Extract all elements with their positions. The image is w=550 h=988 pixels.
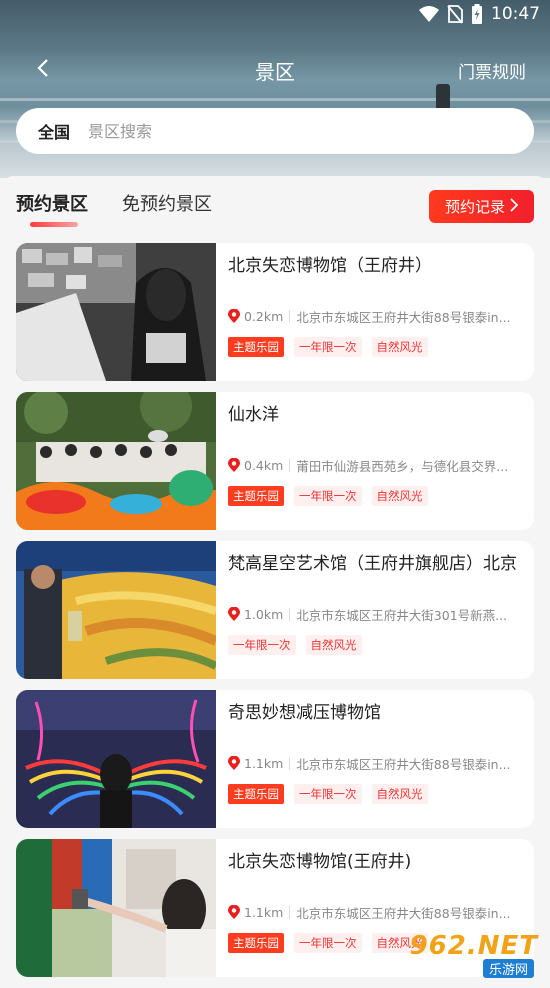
search-input[interactable] [86, 120, 471, 142]
spot-thumbnail [16, 839, 216, 977]
spot-tags: 主题乐园 一年限一次 自然风光 [228, 486, 428, 506]
spot-address: 莆田市仙游县西苑乡，与德化县交界... [296, 458, 509, 474]
tag-once-per-year: 一年限一次 [294, 337, 362, 357]
tag-once-per-year: 一年限一次 [228, 635, 296, 655]
tag-theme-park: 主题乐园 [228, 337, 284, 357]
tag-natural-scenery: 自然风光 [371, 486, 428, 506]
spot-thumbnail [16, 392, 216, 530]
spot-distance: 1.1km [244, 904, 284, 920]
spot-tags: 一年限一次 自然风光 [228, 635, 362, 655]
spot-distance: 0.4km [244, 457, 284, 473]
spot-thumbnail [16, 541, 216, 679]
spot-name: 奇思妙想减压博物馆 [228, 703, 381, 723]
reservation-record-label: 预约记录 [444, 198, 505, 216]
spot-name: 北京失恋博物馆(王府井) [228, 852, 412, 872]
location-pin-icon [228, 905, 240, 919]
tag-theme-park: 主题乐园 [228, 486, 284, 506]
scenic-spot-card[interactable]: 仙水洋 0.4km 莆田市仙游县西苑乡，与德化县交界... 主题乐园 一年限一次… [16, 392, 534, 530]
reservation-record-button[interactable]: 预约记录 [429, 190, 534, 223]
search-bar: 全国 [16, 108, 534, 154]
active-tab-indicator [30, 222, 78, 227]
back-button[interactable] [28, 54, 58, 86]
spot-distance: 1.0km [244, 606, 284, 622]
spot-location-row: 0.4km 莆田市仙游县西苑乡，与德化县交界... [228, 456, 528, 474]
tab-no-reservation-spots[interactable]: 免预约景区 [122, 190, 212, 216]
tag-once-per-year: 一年限一次 [294, 784, 362, 804]
tag-theme-park: 主题乐园 [228, 933, 284, 953]
ticket-rules-link[interactable]: 门票规则 [458, 58, 526, 83]
scenic-spot-card[interactable]: 奇思妙想减压博物馆 1.1km 北京市东城区王府井大街88号银泰in... 主题… [16, 690, 534, 828]
divider [289, 905, 291, 919]
tag-theme-park: 主题乐园 [228, 784, 284, 804]
tag-natural-scenery: 自然风光 [371, 784, 428, 804]
spot-address: 北京市东城区王府井大街301号新燕... [296, 607, 508, 623]
scenic-spot-card[interactable]: 梵高星空艺术馆（王府井旗舰店）北京 1.0km 北京市东城区王府井大街301号新… [16, 541, 534, 679]
scenic-spot-card[interactable]: 北京失恋博物馆（王府井） 0.2km 北京市东城区王府井大街88号银泰in...… [16, 243, 534, 381]
spot-name: 北京失恋博物馆（王府井） [228, 256, 432, 276]
spot-address: 北京市东城区王府井大街88号银泰in... [296, 309, 511, 325]
spot-tags: 主题乐园 一年限一次 自然风光 [228, 784, 428, 804]
nav-bar: 景区 门票规则 [0, 50, 550, 90]
spot-distance: 0.2km [244, 308, 284, 324]
chevron-right-icon [509, 197, 519, 216]
spot-location-row: 1.0km 北京市东城区王府井大街301号新燕... [228, 605, 528, 623]
watermark-subtitle: 乐游网 [482, 959, 534, 978]
status-bar: 10:47 [0, 0, 550, 30]
spot-address: 北京市东城区王府井大街88号银泰in... [296, 756, 511, 772]
spot-tags: 主题乐园 一年限一次 自然风光 [228, 933, 428, 953]
tag-once-per-year: 一年限一次 [294, 486, 362, 506]
spot-location-row: 1.1km 北京市东城区王府井大街88号银泰in... [228, 903, 528, 921]
spot-thumbnail [16, 243, 216, 381]
spot-address: 北京市东城区王府井大街88号银泰in... [296, 905, 511, 921]
spot-location-row: 0.2km 北京市东城区王府井大街88号银泰in... [228, 307, 528, 325]
location-pin-icon [228, 458, 240, 472]
tag-natural-scenery: 自然风光 [305, 635, 362, 655]
no-sim-icon [447, 4, 463, 24]
battery-charging-icon [471, 4, 483, 24]
tag-natural-scenery: 自然风光 [371, 337, 428, 357]
divider [289, 756, 291, 770]
wifi-icon [419, 5, 439, 23]
spot-distance: 1.1km [244, 755, 284, 771]
spot-name: 梵高星空艺术馆（王府井旗舰店）北京 [228, 554, 517, 574]
watermark: 962.NET 乐游网 [406, 931, 544, 978]
watermark-logo: 962.NET [409, 931, 538, 961]
spot-location-row: 1.1km 北京市东城区王府井大街88号银泰in... [228, 754, 528, 772]
divider [289, 458, 291, 472]
spot-tags: 主题乐园 一年限一次 自然风光 [228, 337, 428, 357]
spot-name: 仙水洋 [228, 405, 279, 425]
location-pin-icon [228, 607, 240, 621]
tag-once-per-year: 一年限一次 [294, 933, 362, 953]
location-pin-icon [228, 756, 240, 770]
divider [289, 607, 291, 621]
spot-thumbnail [16, 690, 216, 828]
divider [289, 309, 291, 323]
scenic-spot-list: 北京失恋博物馆（王府井） 0.2km 北京市东城区王府井大街88号银泰in...… [16, 243, 534, 988]
tab-reservation-spots[interactable]: 预约景区 [16, 190, 88, 216]
region-selector[interactable]: 全国 [38, 119, 70, 143]
status-time: 10:47 [491, 4, 540, 24]
chevron-left-icon [36, 58, 50, 82]
location-pin-icon [228, 309, 240, 323]
